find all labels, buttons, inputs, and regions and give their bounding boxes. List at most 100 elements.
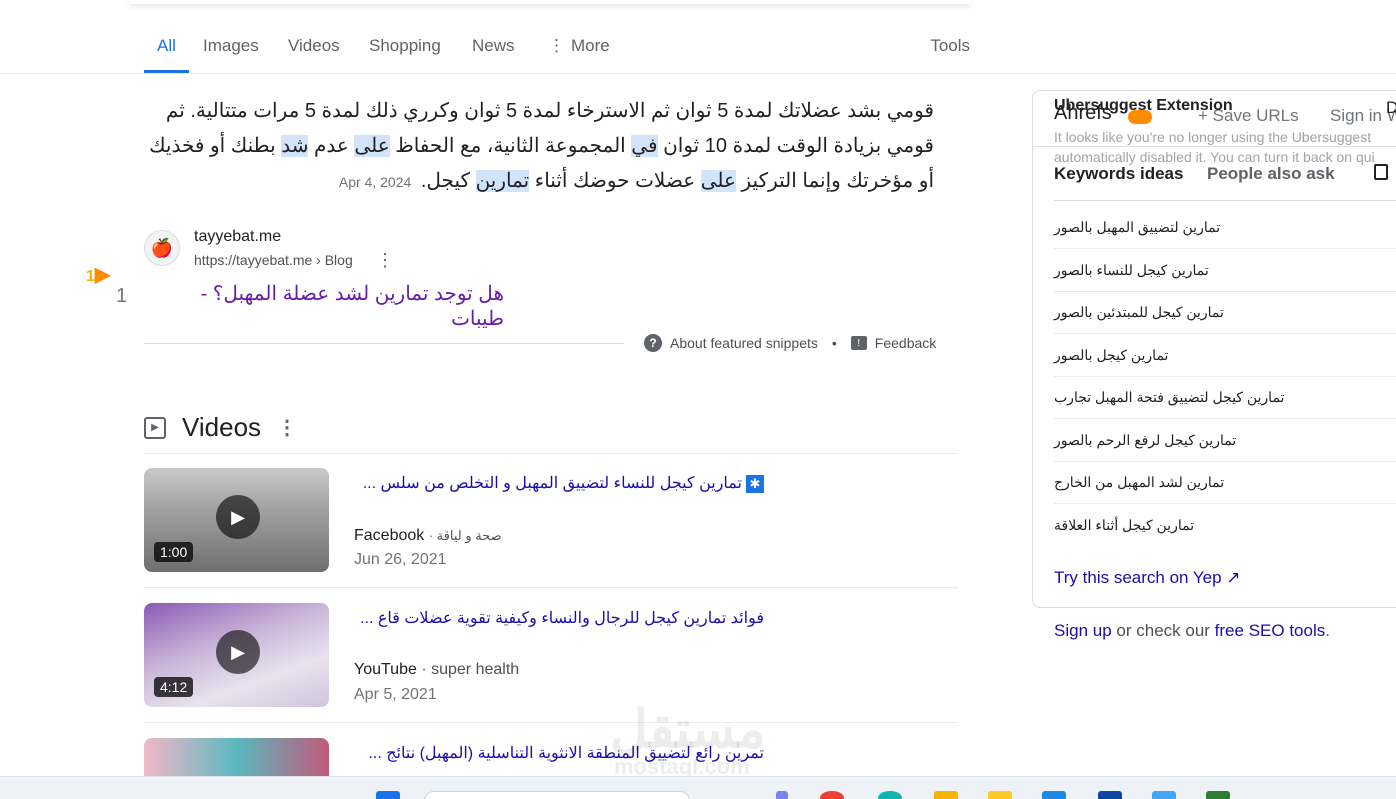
keyword-item[interactable]: تمارين كيجل للمبتدئين بالصور — [1054, 291, 1396, 334]
play-icon[interactable]: ▶ — [216, 495, 260, 539]
snippet-text-5: عضلات حوضك أثناء — [529, 170, 701, 192]
ubersuggest-message: It looks like you're no longer using the… — [1054, 127, 1396, 167]
keyword-item[interactable]: تمارين لتضييق المهبل بالصور — [1054, 206, 1396, 249]
tab-shopping[interactable]: Shopping — [369, 36, 441, 73]
snippet-highlight: في — [631, 135, 658, 157]
tab-people-also-ask[interactable]: People also ask — [1207, 164, 1335, 184]
search-bar-shadow — [130, 0, 970, 4]
keyword-item[interactable]: تمارين كيجل بالصور — [1054, 334, 1396, 377]
watermark-logo: مستقل — [610, 701, 766, 759]
snippet-highlight: تمارين — [475, 170, 530, 192]
chrome-icon[interactable] — [820, 791, 844, 799]
ubersuggest-title: Ubersuggest Extension — [1054, 97, 1233, 114]
tab-images[interactable]: Images — [203, 36, 259, 73]
video-platform: Facebook — [354, 527, 425, 544]
videos-heading: Videos — [182, 412, 262, 442]
sign-up-link[interactable]: Sign up — [1054, 621, 1112, 640]
keyword-text: تمارين لتضييق المهبل بالصور — [1054, 218, 1221, 235]
keyword-text: تمارين كيجل للنساء بالصور — [1054, 261, 1209, 278]
panel-edge-label: D — [1386, 98, 1396, 117]
tab-keywords-ideas[interactable]: Keywords ideas — [1054, 164, 1183, 184]
video-thumbnail[interactable] — [144, 738, 329, 776]
divider — [144, 453, 958, 454]
more-dots-icon: ⋮ — [548, 36, 565, 55]
taskbar-search-input[interactable] — [424, 791, 690, 799]
edge-icon[interactable] — [878, 791, 902, 799]
teams-icon[interactable] — [776, 791, 788, 799]
app-icon[interactable] — [934, 791, 958, 799]
excel-icon[interactable] — [1206, 791, 1230, 799]
snippet-date: Apr 4, 2024 — [338, 174, 412, 190]
snippet-highlight: شد — [281, 135, 309, 157]
try-yep-link[interactable]: Try this search on Yep ↗ — [1054, 568, 1241, 588]
site-favicon-icon[interactable]: 🍎 — [144, 230, 180, 266]
video-date: Apr 5, 2021 — [354, 686, 437, 703]
keyword-item[interactable]: تمارين كيجل لرفع الرحم بالصور — [1054, 419, 1396, 462]
video-duration: 1:00 — [154, 542, 194, 562]
tab-more[interactable]: ⋮ More — [548, 36, 610, 73]
video-title-text: تمارين كيجل للنساء لتضييق المهبل و التخل… — [362, 475, 742, 492]
video-title-link[interactable]: فوائد تمارين كيجل للرجال والنساء وكيفية … — [354, 608, 764, 628]
keyword-item[interactable]: تمارين كيجل لتضييق فتحة المهبل تجارب — [1054, 376, 1396, 419]
signup-text: or check our — [1111, 621, 1215, 640]
divider — [144, 587, 958, 588]
feedback-link[interactable]: Feedback — [875, 335, 936, 351]
search-tabs: All Images Videos Shopping News ⋮ More To… — [0, 36, 1396, 74]
snippet-footer: ? About featured snippets • ! Feedback — [644, 334, 936, 352]
windows-start-icon[interactable] — [376, 791, 400, 799]
video-title-link[interactable]: ✱تمارين كيجل للنساء لتضييق المهبل و التخ… — [354, 473, 764, 493]
video-thumbnail[interactable]: ▶ 4:12 — [144, 603, 329, 707]
signup-period: . — [1325, 621, 1330, 640]
video-play-icon: ▶ — [144, 416, 166, 439]
source-site-name[interactable]: tayyebat.me — [194, 228, 281, 246]
video-date: Jun 26, 2021 — [354, 551, 447, 568]
more-options-icon[interactable]: ⋮ — [277, 415, 297, 440]
video-source: Facebook · صحة و لياقة — [354, 527, 502, 545]
divider — [1032, 146, 1396, 147]
free-seo-tools-link[interactable]: free SEO tools — [1215, 621, 1326, 640]
signup-line: Sign up or check our free SEO tools. — [1054, 621, 1330, 641]
app-icon[interactable] — [1098, 791, 1122, 799]
rank-marker: 1▶ — [86, 264, 111, 286]
video-platform: YouTube — [354, 661, 417, 678]
keyword-text: تمارين كيجل لتضييق فتحة المهبل تجارب — [1054, 388, 1285, 405]
tab-all[interactable]: All — [144, 36, 189, 73]
snippet-highlight: على — [700, 170, 736, 192]
tab-news[interactable]: News — [472, 36, 515, 73]
folder-icon[interactable] — [988, 791, 1012, 799]
video-channel: · صحة و لياقة — [428, 528, 502, 543]
app-icon[interactable] — [1152, 791, 1176, 799]
rank-number: 1 — [116, 285, 128, 307]
keyword-item[interactable]: تمارين كيجل للنساء بالصور — [1054, 249, 1396, 292]
asterisk-icon: ✱ — [746, 474, 764, 493]
keyword-text: تمارين كيجل للمبتدئين بالصور — [1054, 303, 1224, 320]
tab-more-label: More — [571, 36, 610, 55]
featured-snippet-text: قومي بشد عضلاتك لمدة 5 ثوان ثم الاسترخاء… — [144, 94, 934, 200]
keyword-text: تمارين كيجل لرفع الرحم بالصور — [1054, 431, 1237, 448]
store-icon[interactable] — [1042, 791, 1066, 799]
tab-videos[interactable]: Videos — [288, 36, 340, 73]
tools-button[interactable]: Tools — [930, 36, 970, 56]
keyword-text: تمارين لشد المهبل من الخارج — [1054, 473, 1225, 490]
video-channel: · super health — [421, 661, 520, 678]
keyword-item[interactable]: تمارين لشد المهبل من الخارج — [1054, 461, 1396, 504]
keyword-text: تمارين كيجل أثناء العلاقة — [1054, 517, 1195, 533]
rank-marker-number: 1 — [86, 268, 95, 285]
video-thumbnail[interactable]: ▶ 1:00 — [144, 468, 329, 572]
question-icon: ? — [644, 334, 662, 352]
video-duration: 4:12 — [154, 677, 194, 697]
bullet-separator: • — [831, 335, 837, 351]
result-title-link[interactable]: هل توجد تمارين لشد عضلة المهبل؟ - طيبات — [144, 281, 504, 331]
copy-icon[interactable] — [1374, 164, 1388, 180]
snippet-text-3: عدم — [308, 135, 355, 157]
more-options-icon[interactable]: ⋮ — [376, 250, 394, 271]
snippet-text-6: كيجل. — [420, 170, 476, 192]
snippet-highlight: على — [354, 135, 390, 157]
feedback-icon: ! — [850, 336, 867, 350]
about-snippets-link[interactable]: About featured snippets — [670, 335, 818, 351]
divider — [144, 722, 958, 723]
source-url[interactable]: https://tayyebat.me › Blog — [194, 252, 353, 268]
divider — [144, 343, 624, 344]
keyword-item[interactable]: تمارين كيجل أثناء العلاقة — [1054, 504, 1396, 547]
play-icon[interactable]: ▶ — [216, 630, 260, 674]
